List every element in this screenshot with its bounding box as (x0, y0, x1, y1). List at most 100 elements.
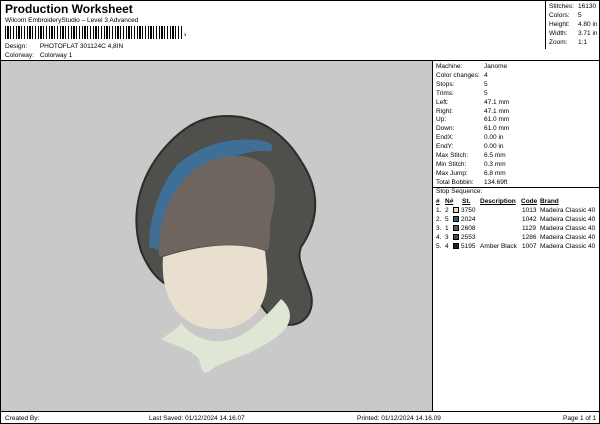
info-label: EndY: (436, 143, 454, 151)
info-row: Min Stitch: 0.3 mm (436, 161, 506, 168)
stat-label: Colors: (549, 12, 570, 19)
barcode (5, 26, 183, 39)
info-value: 6.5 mm (484, 152, 506, 159)
info-value: 6.8 mm (484, 169, 506, 177)
info-label: Trims: (436, 89, 454, 97)
stat-label: Stitches: (549, 3, 574, 10)
seq-brand: Madeira Classic 40 (540, 243, 596, 250)
info-panel: Machine: Janome Color changes: 4 Stops: 5 Trim… (433, 60, 600, 411)
col-st: St. (462, 198, 471, 205)
color-swatch (453, 207, 459, 213)
info-label: EndX: (436, 134, 454, 142)
info-row: Max Stitch: 6.5 mm (436, 152, 506, 159)
stat-colors: Colors: 5 (549, 12, 582, 19)
info-label: Left: (436, 98, 449, 106)
info-value: 47.1 mm (484, 98, 510, 106)
col-num: # (436, 198, 440, 205)
color-swatch (453, 243, 459, 249)
seq-code: 1007 (522, 243, 537, 250)
info-value: 61.0 mm (484, 116, 510, 124)
stop-sequence-row[interactable]: 1. 2 3750 1013 Madeira Classic 40 (433, 207, 600, 216)
stop-sequence-header: # N# St. Description Code Brand (433, 198, 600, 206)
stat-zoom: Zoom: 1:1 (549, 39, 587, 46)
col-n: N# (445, 198, 454, 205)
col-brand: Brand (540, 198, 559, 205)
stop-sequence-row[interactable]: 5. 4 5195 Amber Black 1007 Madeira Classic 40 (433, 243, 600, 252)
info-label: Min Stitch: (436, 160, 467, 168)
stop-sequence-row[interactable]: 2. 5 2024 1042 Madeira Classic 40 (433, 216, 600, 225)
info-value: 134.69ft (484, 178, 508, 186)
info-label: Right: (436, 107, 453, 115)
seq-num: 1. (436, 207, 442, 214)
seq-brand: Madeira Classic 40 (540, 207, 596, 214)
embroidery-design-preview (135, 115, 317, 373)
info-label: Up: (436, 116, 447, 124)
seq-brand: Madeira Classic 40 (540, 234, 596, 241)
info-value: Janome (484, 63, 508, 70)
stat-stitches: Stitches: 16130 (549, 3, 596, 10)
col-code: Code (521, 198, 538, 205)
info-label: Color changes: (436, 71, 480, 79)
seq-stitches: 2553 (461, 234, 476, 241)
seq-code: 1013 (522, 207, 537, 214)
stop-sequence-title: Stop Sequence: (436, 188, 483, 195)
info-row: Down: 61.0 mm (436, 125, 509, 132)
info-value: 47.1 mm (484, 107, 510, 115)
seq-needle: 1 (445, 225, 449, 232)
seq-num: 2. (436, 216, 442, 223)
page-title: Production Worksheet (5, 2, 133, 16)
design-canvas[interactable] (1, 60, 433, 411)
info-value: 4 (484, 71, 488, 79)
info-row: Total Bobbin: 134.69ft (436, 179, 508, 186)
stop-sequence-row[interactable]: 3. 1 2608 1129 Madeira Classic 40 (433, 225, 600, 234)
color-swatch (453, 234, 459, 240)
software-subtitle: Wilcom EmbroideryStudio – Level 3 Advanc… (5, 17, 139, 24)
col-description: Description (480, 198, 516, 205)
colorway-value: Colorway 1 (39, 52, 73, 59)
info-row: EndX: 0.00 in (436, 134, 504, 141)
stat-value: 3.71 in (578, 30, 598, 37)
stat-label: Zoom: (549, 39, 568, 46)
info-value: 5 (484, 89, 488, 97)
stat-height: Height: 4.80 in (549, 21, 598, 28)
stop-sequence-row[interactable]: 4. 3 2553 1286 Madeira Classic 40 (433, 234, 600, 243)
created-by: Created By: (5, 415, 40, 422)
info-value: 0.00 in (484, 143, 504, 151)
seq-num: 5. (436, 243, 442, 250)
info-row: Machine: Janome (436, 63, 507, 70)
seq-brand: Madeira Classic 40 (540, 225, 596, 232)
design-row: Design: PHOTOFLAT 301124C 4,8IN (5, 43, 123, 50)
color-swatch (453, 216, 459, 222)
design-label: Design: (5, 43, 28, 50)
stat-value: 16130 (578, 3, 597, 10)
info-label: Machine: (436, 63, 463, 70)
info-label: Total Bobbin: (436, 178, 474, 186)
seq-num: 3. (436, 225, 442, 232)
info-label: Max Jump: (436, 169, 468, 177)
stats-box: Stitches: 16130 Colors: 5 Height: 4.80 in W… (545, 1, 600, 49)
info-value: 61.0 mm (484, 125, 510, 133)
barcode-tail: , (184, 28, 187, 37)
seq-needle: 3 (445, 234, 449, 241)
stat-label: Height: (549, 21, 570, 28)
seq-needle: 5 (445, 216, 449, 223)
seq-brand: Madeira Classic 40 (540, 216, 596, 223)
stat-value: 5 (578, 12, 582, 19)
footer: Created By: Last Saved: 01/12/2024 14.16… (1, 411, 600, 424)
seq-needle: 2 (445, 207, 449, 214)
page-number: Page 1 of 1 (563, 415, 597, 422)
info-row: Right: 47.1 mm (436, 108, 509, 115)
last-saved: Last Saved: 01/12/2024 14.16.07 (149, 415, 245, 422)
seq-stitches: 5195 (461, 243, 476, 250)
face-shape (162, 245, 268, 330)
stat-label: Width: (549, 30, 568, 37)
info-label: Stops: (436, 80, 455, 88)
info-row: Trims: 5 (436, 90, 488, 97)
seq-code: 1129 (522, 225, 536, 232)
design-value: PHOTOFLAT 301124C 4,8IN (39, 43, 124, 50)
seq-code: 1286 (522, 234, 537, 241)
seq-description: Amber Black (480, 243, 517, 250)
info-value: 0.3 mm (484, 160, 506, 168)
colorway-label: Colorway: (5, 52, 34, 59)
seq-needle: 4 (445, 243, 449, 250)
